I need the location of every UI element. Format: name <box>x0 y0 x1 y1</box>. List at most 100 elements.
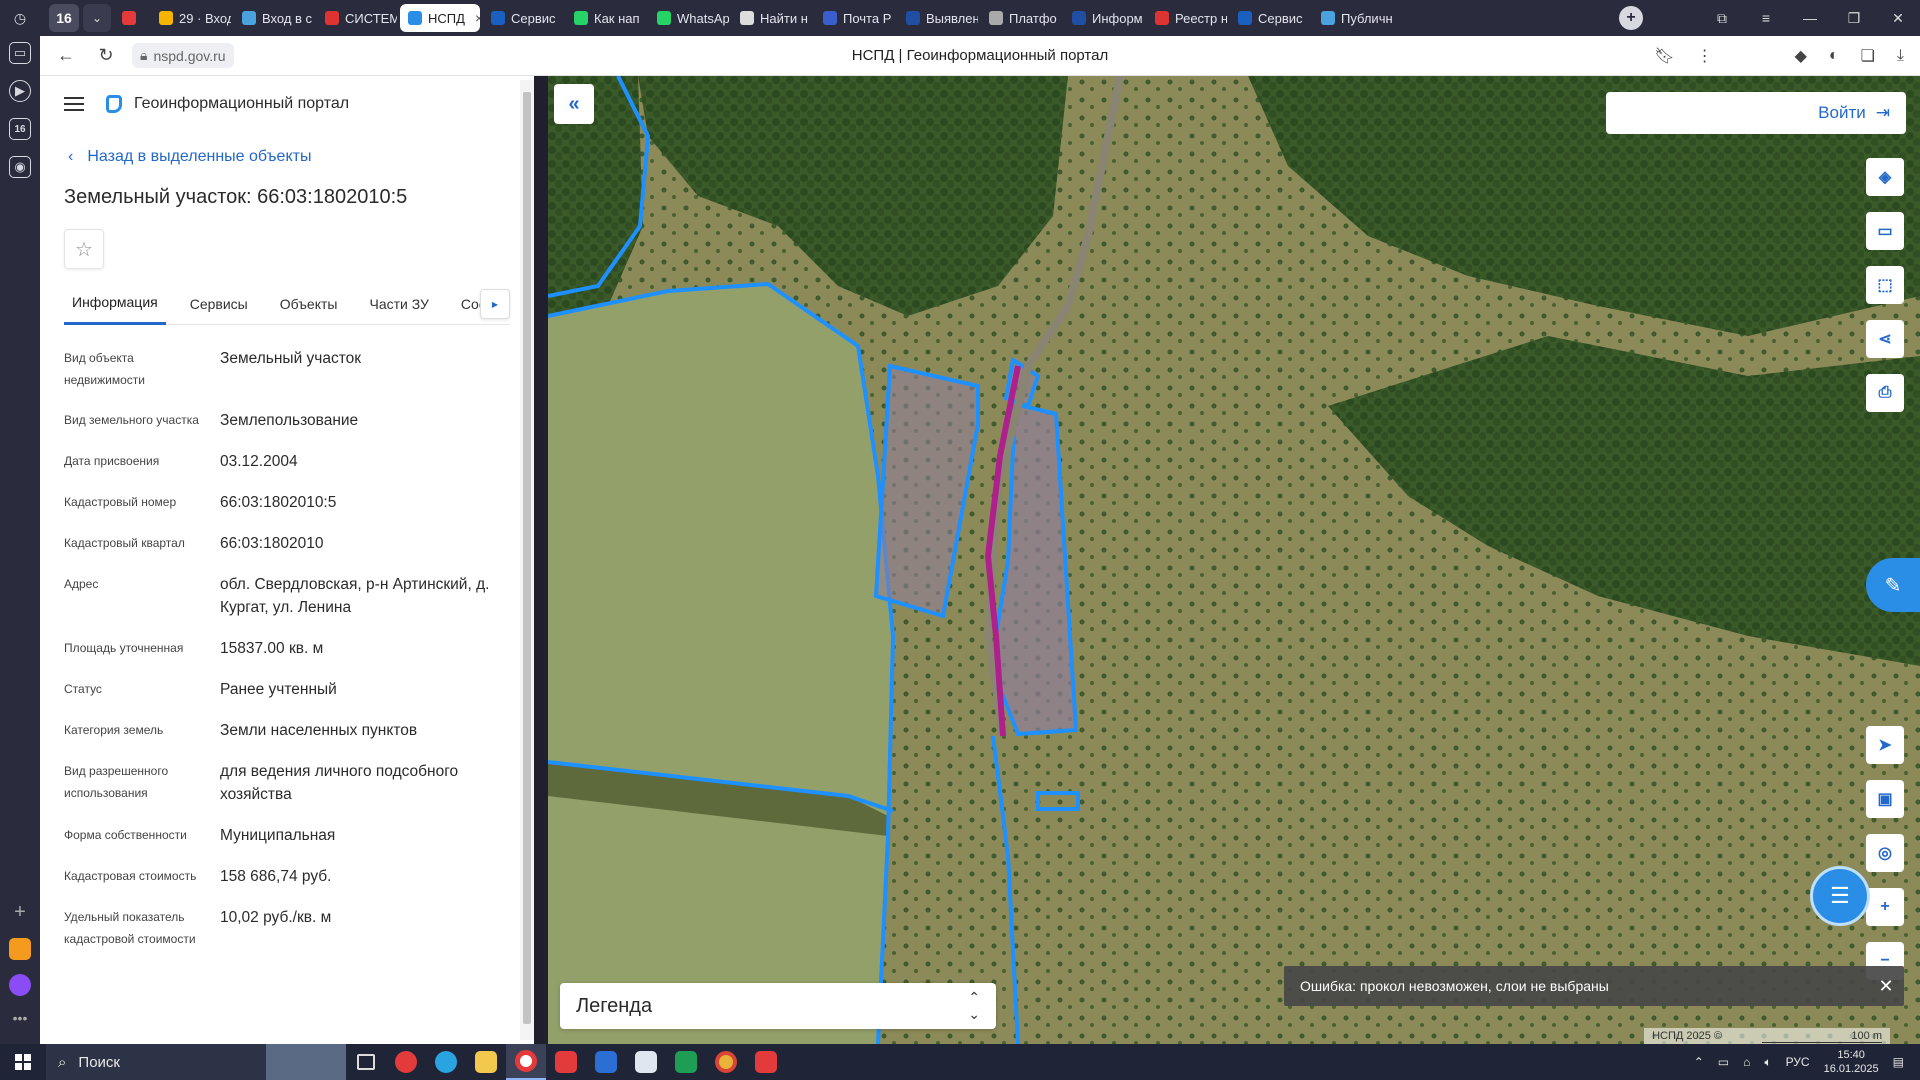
taskbar-search[interactable]: ⌕ Поиск <box>46 1044 266 1080</box>
browser-tab[interactable]: Выявлен <box>898 4 978 32</box>
protect-icon[interactable]: ◐ <box>1829 47 1839 65</box>
play-icon[interactable]: ▶ <box>9 80 31 102</box>
browser-tab[interactable]: 29 · Вход <box>151 4 231 32</box>
browser-tab[interactable]: НСПД × <box>400 4 480 32</box>
tab-label: 29 · Вход <box>179 10 231 26</box>
volume-icon[interactable]: 🔈︎ <box>1764 1055 1771 1070</box>
notifications-icon[interactable]: ▤ <box>1893 1055 1904 1069</box>
url-text: nspd.gov.ru <box>153 47 226 64</box>
task-view-icon[interactable] <box>346 1044 386 1080</box>
yandex-browser-app-icon[interactable] <box>506 1044 546 1080</box>
collections-icon[interactable]: ▭ <box>9 42 31 64</box>
add-panel-icon[interactable]: + <box>14 901 26 924</box>
zoom-in-button[interactable]: + <box>1866 888 1904 926</box>
scrollbar-thumb[interactable] <box>523 92 531 1024</box>
tab-information[interactable]: Информация <box>64 283 166 325</box>
hamburger-menu-icon[interactable] <box>64 97 84 111</box>
ruler-icon[interactable]: ▭ <box>1866 212 1904 250</box>
tabs-scroll-right-icon[interactable]: ▸ <box>480 289 510 319</box>
browser-tab[interactable]: Найти н <box>732 4 812 32</box>
tab-label: Вход в с <box>262 10 313 26</box>
property-value: 66:03:1802010 <box>220 535 324 552</box>
alice-icon[interactable] <box>9 974 31 996</box>
favorite-star-icon[interactable]: ☆ <box>64 229 104 269</box>
browser-tab[interactable] <box>114 4 148 32</box>
feather-app-icon[interactable] <box>626 1044 666 1080</box>
bookmark-panel-icon[interactable]: ⧉ <box>1700 10 1744 27</box>
chevron-left-icon: ‹ <box>68 148 74 165</box>
browser-tab[interactable]: Сервис <box>1230 4 1310 32</box>
tab-services[interactable]: Сервисы <box>182 283 256 325</box>
chevron-down-icon[interactable]: ⌄ <box>83 4 111 32</box>
menu-icon[interactable]: ≡ <box>1744 10 1788 26</box>
anydesk-app-icon[interactable] <box>546 1044 586 1080</box>
browser-tab[interactable]: Почта Р <box>815 4 895 32</box>
kebab-menu-icon[interactable]: ⋮ <box>1697 46 1713 66</box>
camera-icon[interactable]: ▭ <box>1718 1055 1729 1069</box>
explorer-app-icon[interactable] <box>466 1044 506 1080</box>
chevron-updown-icon: ⌃ ⌄ <box>968 989 980 1022</box>
start-button[interactable] <box>0 1044 46 1080</box>
browser-tab[interactable]: Информ <box>1064 4 1144 32</box>
portal-logo[interactable]: Геоинформационный портал <box>106 95 349 113</box>
map-view[interactable]: « Войти ⇥ ◈ ▭ ⬚ ⋖ ⎙ ✎ ➤ ▣ ◎ + − ☰ Легенд… <box>548 76 1920 1044</box>
anydesk2-app-icon[interactable] <box>746 1044 786 1080</box>
network-icon[interactable]: ⌂ <box>1743 1055 1750 1069</box>
share-icon[interactable]: ⋖ <box>1866 320 1904 358</box>
panel-scrollbar[interactable] <box>520 80 534 1040</box>
panel-header: Геоинформационный портал <box>40 76 534 132</box>
property-row: Кадастровый номер 66:03:1802010:5 <box>64 491 504 514</box>
collapse-panel-button[interactable]: « <box>554 84 594 124</box>
property-value: 10,02 руб./кв. м <box>220 909 332 926</box>
language-indicator[interactable]: РУС <box>1786 1055 1810 1069</box>
word-app-icon[interactable] <box>586 1044 626 1080</box>
browser-tab[interactable]: Вход в с <box>234 4 314 32</box>
tab-counter[interactable]: 16 <box>49 4 79 32</box>
browser-tab[interactable]: Платфо <box>981 4 1061 32</box>
login-button[interactable]: Войти ⇥ <box>1606 92 1906 134</box>
mail-app-icon[interactable] <box>9 938 31 960</box>
back-to-selected-link[interactable]: ‹ Назад в выделенные объекты <box>68 148 534 166</box>
close-icon[interactable]: ✕ <box>1868 976 1904 997</box>
reload-icon[interactable]: ↻ <box>86 45 126 66</box>
select-area-icon[interactable]: ⬚ <box>1866 266 1904 304</box>
search-location-icon[interactable]: ◎ <box>1866 834 1904 872</box>
close-window-button[interactable]: ✕ <box>1876 10 1920 27</box>
calendar-icon[interactable]: 16 <box>9 118 31 140</box>
sheets-app-icon[interactable] <box>666 1044 706 1080</box>
history-icon[interactable]: ◷ <box>9 7 31 29</box>
restore-button[interactable]: ❐ <box>1832 10 1876 27</box>
chevron-up-icon[interactable]: ⌃ <box>1694 1055 1704 1069</box>
more-icon[interactable]: ••• <box>13 1010 28 1026</box>
new-tab-button[interactable]: + <box>1619 6 1643 30</box>
tab-favicon-icon <box>906 11 920 25</box>
tab-parts[interactable]: Части ЗУ <box>361 283 436 325</box>
print-icon[interactable]: ⎙ <box>1866 374 1904 412</box>
browser-tab[interactable]: Сервис <box>483 4 563 32</box>
browser-tab[interactable]: WhatsAp <box>649 4 729 32</box>
chat-icon[interactable]: ☰ <box>1810 866 1870 926</box>
yandex-app-icon[interactable] <box>386 1044 426 1080</box>
extension-icon[interactable]: ◆ <box>1795 46 1807 66</box>
screenshot-icon[interactable]: ◉ <box>9 156 31 178</box>
url-field[interactable]: 🔒︎ nspd.gov.ru <box>132 43 234 68</box>
feedback-icon[interactable]: ✎ <box>1866 558 1920 612</box>
browser-tab[interactable]: СИСТЕМ <box>317 4 397 32</box>
chrome-app-icon[interactable] <box>706 1044 746 1080</box>
collections-button-icon[interactable]: ❏ <box>1861 46 1875 66</box>
bookmark-icon[interactable]: 🔖︎ <box>1654 46 1674 66</box>
download-icon[interactable]: ⤓ <box>1897 47 1904 65</box>
browser-tab[interactable]: Публичн <box>1313 4 1393 32</box>
clock[interactable]: 15:40 16.01.2025 <box>1824 1048 1879 1076</box>
layers-icon[interactable]: ◈ <box>1866 158 1904 196</box>
minimize-button[interactable]: — <box>1788 10 1832 26</box>
geolocation-icon[interactable]: ➤ <box>1866 726 1904 764</box>
browser-tab[interactable]: Как нап <box>566 4 646 32</box>
back-arrow-icon[interactable]: ← <box>46 45 86 66</box>
edge-app-icon[interactable] <box>426 1044 466 1080</box>
tab-close-icon[interactable]: × <box>475 10 480 26</box>
legend-select[interactable]: Легенда ⌃ ⌄ <box>560 983 996 1029</box>
minimap-icon[interactable]: ▣ <box>1866 780 1904 818</box>
tab-objects[interactable]: Объекты <box>272 283 346 325</box>
browser-tab[interactable]: Реестр н <box>1147 4 1227 32</box>
